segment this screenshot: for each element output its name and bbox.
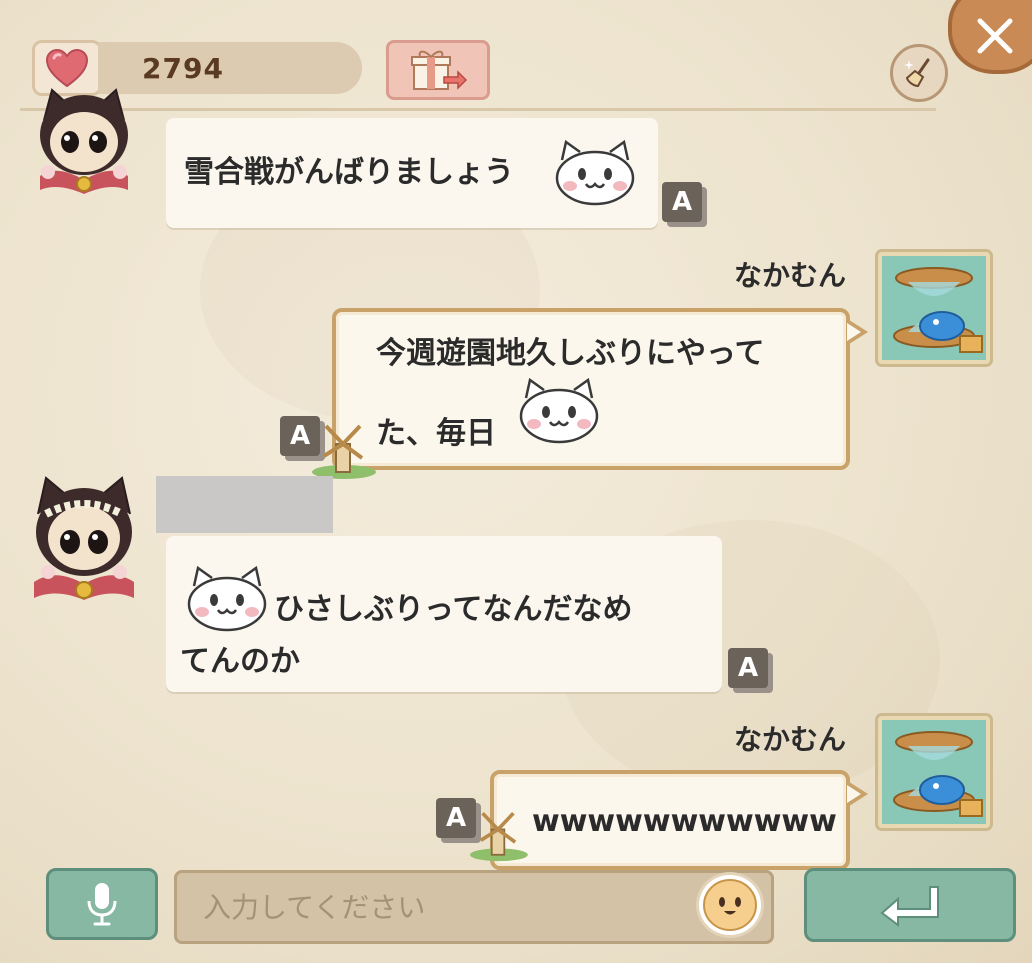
message-text: wwwwwwwwwww [532, 804, 837, 839]
translate-badge[interactable]: A [728, 648, 768, 688]
send-button[interactable] [804, 868, 1016, 942]
clear-chat-button[interactable] [890, 44, 948, 102]
windmill-decoration-icon [312, 424, 376, 479]
redacted-sender-name [156, 476, 333, 533]
close-icon [977, 18, 1013, 54]
emoji-button[interactable] [696, 872, 764, 938]
player-avatar[interactable] [878, 716, 990, 828]
hourglass-avatar-icon [893, 731, 983, 817]
sender-name: なかむん [734, 723, 847, 756]
cat-avatar[interactable] [24, 80, 144, 210]
cat-face-sticker-icon [555, 140, 635, 206]
chat-input[interactable] [203, 890, 683, 924]
send-gift-button[interactable] [386, 40, 490, 100]
gift-send-icon [411, 50, 468, 90]
hourglass-avatar-icon [893, 267, 983, 353]
header-divider [20, 108, 936, 111]
message-text: 雪合戦がんばりましょう [184, 155, 514, 190]
enter-arrow-icon [880, 886, 939, 927]
message-text-line: ひさしぶりってなんだなめ [274, 592, 633, 627]
message-text-line: た、毎日 [376, 416, 496, 451]
cat-avatar[interactable] [24, 474, 144, 604]
voice-input-button[interactable] [46, 868, 158, 940]
message-bubble: wwwwwwwwwww [490, 770, 868, 870]
cat-face-sticker-icon [519, 378, 599, 444]
cat-face-sticker-icon [187, 566, 267, 632]
chat-panel: 2794 雪合戦がんばりましょう A なかむん 今週遊園地久しぶりにやって た、… [0, 0, 1032, 963]
message-text-line: 今週遊園地久しぶりにやって [376, 336, 765, 371]
sender-name: なかむん [734, 259, 847, 292]
chat-input-box[interactable] [174, 870, 774, 944]
microphone-icon [87, 883, 117, 926]
close-button[interactable] [948, 0, 1032, 74]
windmill-decoration-icon [470, 811, 528, 862]
message-text-line: てんのか [180, 644, 300, 679]
smile-face-icon [703, 879, 757, 931]
player-avatar[interactable] [878, 252, 990, 364]
translate-badge[interactable]: A [662, 182, 702, 222]
broom-sparkle-icon [904, 58, 930, 88]
